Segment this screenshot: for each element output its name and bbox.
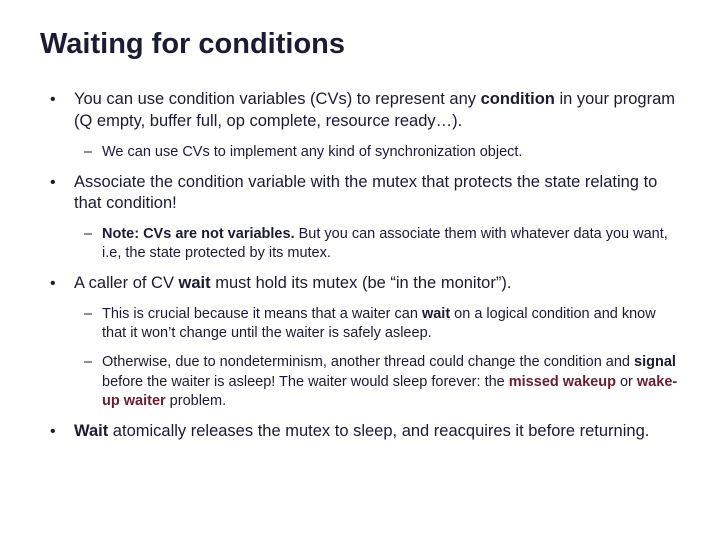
text: We can use CVs to implement any kind of …: [102, 144, 522, 160]
bullet-3-sub-2: Otherwise, due to nondeterminism, anothe…: [74, 353, 680, 410]
text: Otherwise, due to nondeterminism, anothe…: [102, 354, 634, 370]
bullet-3: A caller of CV wait must hold its mutex …: [40, 273, 680, 410]
slide-title: Waiting for conditions: [40, 28, 680, 61]
bullet-2-sub-1: Note: CVs are not variables. But you can…: [74, 225, 680, 263]
bullet-2: Associate the condition variable with th…: [40, 172, 680, 264]
bold-condition: condition: [481, 90, 555, 108]
bold-wait-3: Wait: [74, 422, 108, 440]
bullet-1-sub-1: We can use CVs to implement any kind of …: [74, 143, 680, 162]
text: You can use condition variables (CVs) to…: [74, 90, 481, 108]
bold-wait: wait: [179, 274, 211, 292]
text: or: [616, 374, 637, 390]
text: A caller of CV: [74, 274, 179, 292]
bold-note: Note: CVs are not variables.: [102, 226, 295, 242]
bullet-4: Wait atomically releases the mutex to sl…: [40, 421, 680, 443]
text: must hold its mutex (be “in the monitor”…: [211, 274, 512, 292]
bullet-3-sub-1: This is crucial because it means that a …: [74, 305, 680, 343]
bold-wait-2: wait: [422, 306, 450, 322]
term-missed-wakeup: missed wakeup: [509, 374, 616, 390]
text: Associate the condition variable with th…: [74, 173, 657, 213]
bullet-1: You can use condition variables (CVs) to…: [40, 89, 680, 162]
text: This is crucial because it means that a …: [102, 306, 422, 322]
text: problem.: [166, 393, 226, 409]
text: before the waiter is asleep! The waiter …: [102, 374, 509, 390]
bold-signal: signal: [634, 354, 676, 370]
text: atomically releases the mutex to sleep, …: [108, 422, 649, 440]
bullet-list: You can use condition variables (CVs) to…: [40, 89, 680, 443]
